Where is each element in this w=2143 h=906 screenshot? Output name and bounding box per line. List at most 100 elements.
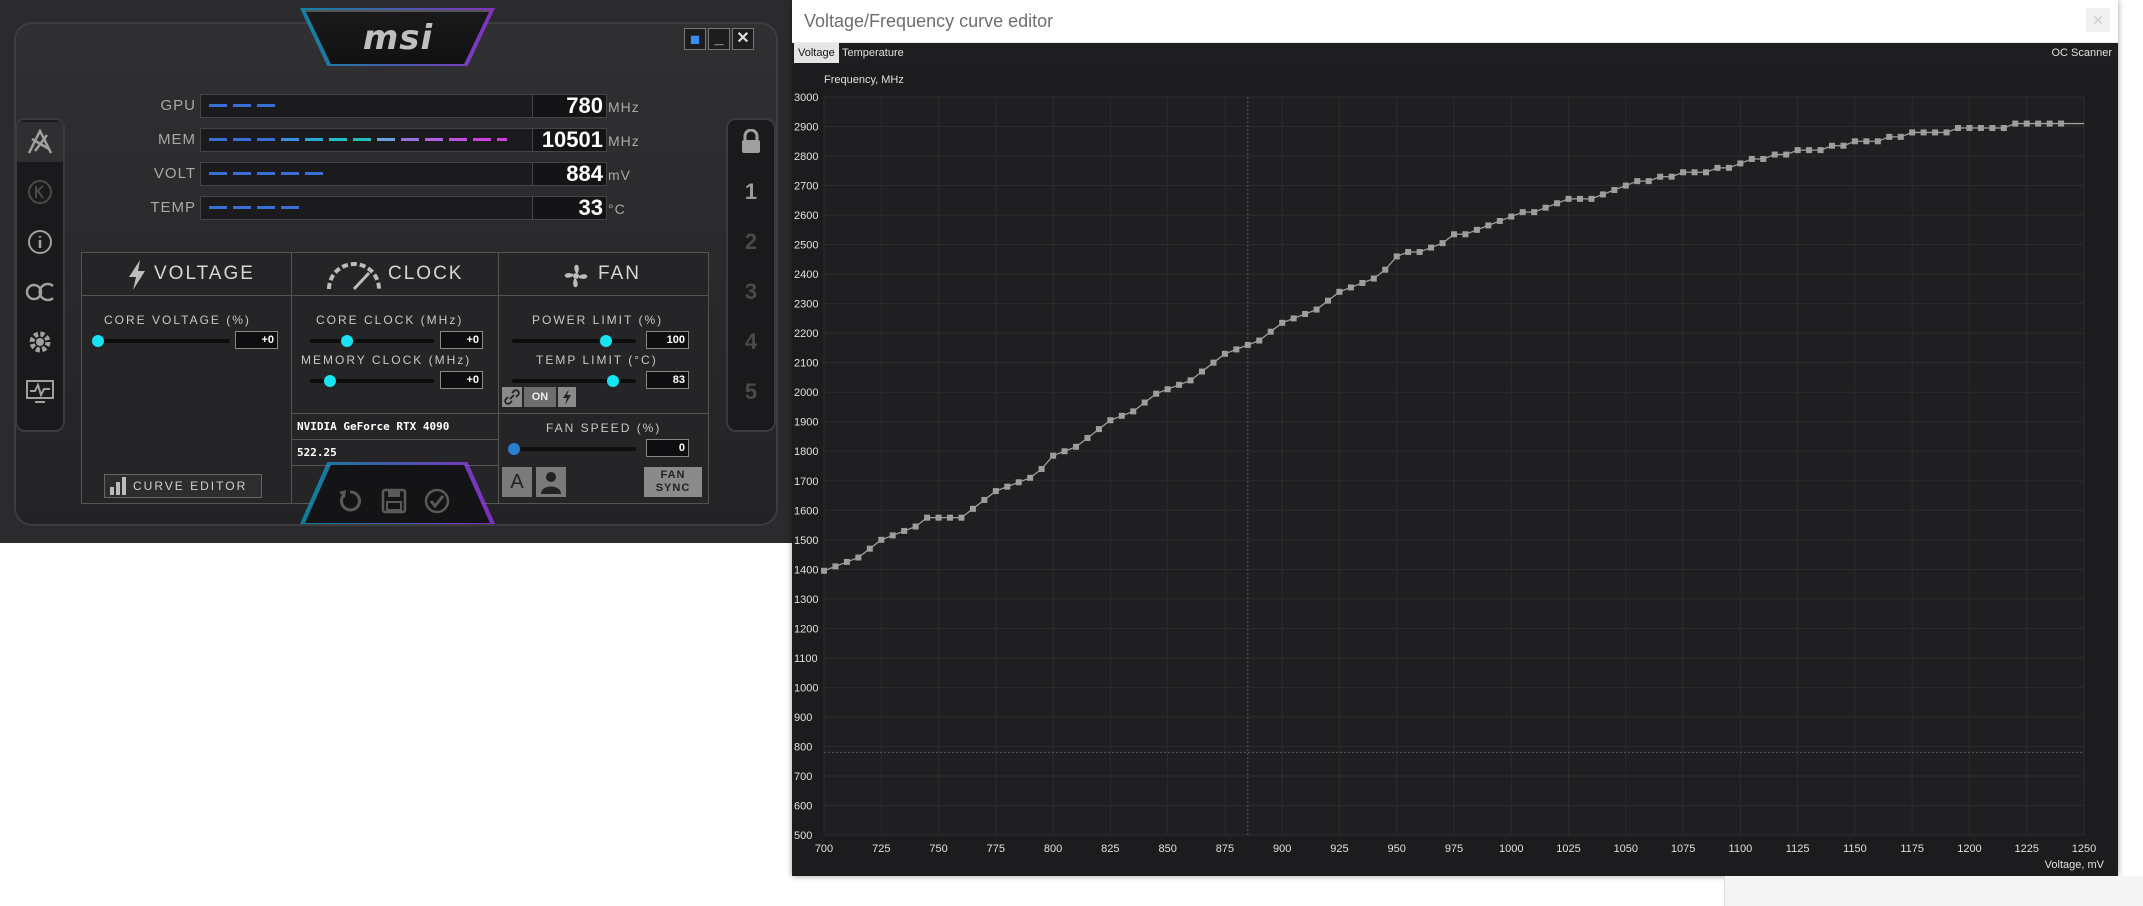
tab-temperature[interactable]: Temperature [838, 43, 908, 63]
vf-curve-point[interactable] [1737, 160, 1744, 167]
vf-curve-point[interactable] [1290, 315, 1297, 322]
tab-voltage[interactable]: Voltage [794, 43, 839, 63]
vf-curve-point[interactable] [855, 554, 862, 561]
vf-curve-point[interactable] [1829, 142, 1835, 149]
settings-gear-icon[interactable] [17, 322, 63, 362]
k-boost-icon[interactable] [17, 172, 63, 212]
memory-clock-value[interactable]: +0 [440, 371, 483, 389]
vf-curve-point[interactable] [1084, 434, 1091, 441]
vf-curve-point[interactable] [1473, 226, 1480, 233]
vf-curve-point[interactable] [1932, 129, 1939, 136]
vf-curve-point[interactable] [1325, 297, 1331, 304]
vf-curve-point[interactable] [1851, 138, 1858, 145]
vf-curve-point[interactable] [1680, 169, 1687, 176]
vf-curve-point[interactable] [1920, 129, 1927, 136]
curve-editor-close-button[interactable]: ✕ [2086, 8, 2110, 32]
vf-curve-point[interactable] [1886, 133, 1893, 140]
vf-curve-point[interactable] [2035, 120, 2042, 127]
vf-curve-point[interactable] [1176, 381, 1183, 388]
vf-curve-point[interactable] [1451, 231, 1457, 238]
vf-curve-point[interactable] [992, 488, 999, 495]
vf-curve-point[interactable] [1393, 253, 1400, 260]
vf-curve-point[interactable] [1073, 443, 1079, 450]
vf-curve-point[interactable] [1370, 275, 1377, 282]
vf-curve-point[interactable] [1725, 164, 1732, 171]
oc-scanner-icon[interactable] [17, 272, 63, 312]
vf-curve-point[interactable] [1943, 129, 1950, 136]
vf-curve-point[interactable] [1347, 284, 1354, 291]
vf-curve-point[interactable] [1141, 399, 1148, 406]
vf-curve-point[interactable] [878, 536, 885, 543]
windows-icon[interactable]: ◼ [684, 28, 706, 50]
vf-curve-point[interactable] [1428, 244, 1435, 251]
vf-curve-point[interactable] [969, 505, 976, 512]
vf-curve-point[interactable] [1565, 195, 1572, 202]
vf-curve-point[interactable] [1771, 151, 1778, 158]
fan-speed-slider-knob[interactable] [508, 443, 520, 455]
fan-speed-track[interactable] [512, 447, 636, 451]
vf-curve-point[interactable] [1118, 412, 1125, 419]
fan-sync-button[interactable]: FAN SYNC [644, 467, 702, 497]
power-limit-value[interactable]: 100 [646, 331, 689, 349]
vf-curve-point[interactable] [1485, 222, 1492, 229]
vf-curve-point[interactable] [958, 514, 965, 521]
vf-curve-point[interactable] [924, 514, 931, 521]
vf-curve-point[interactable] [912, 523, 919, 530]
vf-curve-point[interactable] [1577, 195, 1583, 202]
vf-curve-chart[interactable]: 500 600 700 800 900 1000 1100 1200 1300 1400 1500 1… [792, 63, 2118, 876]
vf-curve-point[interactable] [1267, 328, 1274, 335]
profile-2-button[interactable]: 2 [728, 222, 774, 262]
vf-curve-point[interactable] [1622, 182, 1629, 189]
vf-curve-point[interactable] [1221, 350, 1228, 357]
monitor-icon[interactable] [17, 372, 63, 412]
vf-curve-point[interactable] [1302, 310, 1309, 317]
power-limit-track[interactable] [512, 339, 636, 343]
vf-curve-point[interactable] [1783, 151, 1790, 158]
vf-curve-point[interactable] [1359, 279, 1366, 286]
vf-curve-point[interactable] [1909, 129, 1916, 136]
profile-5-button[interactable]: 5 [728, 372, 774, 412]
vf-curve-point[interactable] [1508, 213, 1515, 220]
profile-4-button[interactable]: 4 [728, 322, 774, 362]
temp-limit-slider-knob[interactable] [607, 375, 619, 387]
vf-curve-point[interactable] [2058, 120, 2065, 127]
vf-curve-point[interactable] [843, 558, 850, 565]
vf-curve-point[interactable] [1050, 452, 1057, 459]
vf-curve-point[interactable] [1588, 195, 1595, 202]
vf-curve-point[interactable] [1382, 266, 1389, 273]
vf-curve-point[interactable] [1279, 319, 1286, 326]
vf-curve-point[interactable] [1668, 173, 1675, 180]
core-voltage-value[interactable]: +0 [235, 331, 278, 349]
vf-curve-point[interactable] [2023, 120, 2030, 127]
vf-curve-point[interactable] [1210, 359, 1217, 366]
fan-auto-button[interactable]: A [502, 467, 532, 497]
vf-curve-point[interactable] [935, 514, 942, 521]
vf-curve-point[interactable] [1130, 408, 1137, 415]
vf-curve-point[interactable] [1164, 386, 1171, 393]
vf-curve-point[interactable] [1004, 483, 1011, 490]
oc-scanner-button[interactable]: OC Scanner [2047, 43, 2116, 63]
vf-curve-point[interactable] [1187, 377, 1194, 384]
lock-icon[interactable] [728, 122, 774, 162]
profile-1-button[interactable]: 1 [728, 172, 774, 212]
vf-curve-point[interactable] [1061, 448, 1068, 455]
vf-curve-point[interactable] [1233, 346, 1240, 353]
reset-icon[interactable] [337, 488, 363, 514]
vf-curve-point[interactable] [1336, 288, 1343, 295]
vf-curve-point[interactable] [889, 532, 896, 539]
vf-curve-point[interactable] [1748, 155, 1755, 162]
vf-curve-point[interactable] [866, 545, 873, 552]
vf-curve-point[interactable] [1027, 474, 1034, 481]
minimize-button[interactable]: _ [708, 28, 730, 50]
vf-curve-point[interactable] [1542, 204, 1549, 211]
vf-curve-point[interactable] [1153, 390, 1160, 397]
power-limit-slider-knob[interactable] [600, 335, 612, 347]
memory-clock-slider-knob[interactable] [324, 375, 336, 387]
vf-curve-point[interactable] [2046, 120, 2053, 127]
profile-3-button[interactable]: 3 [728, 272, 774, 312]
vf-curve-point[interactable] [1840, 142, 1847, 149]
vf-curve-point[interactable] [1439, 240, 1446, 247]
vf-curve-point[interactable] [1416, 248, 1423, 255]
vf-curve-point[interactable] [1977, 124, 1984, 131]
core-clock-slider-knob[interactable] [341, 335, 353, 347]
